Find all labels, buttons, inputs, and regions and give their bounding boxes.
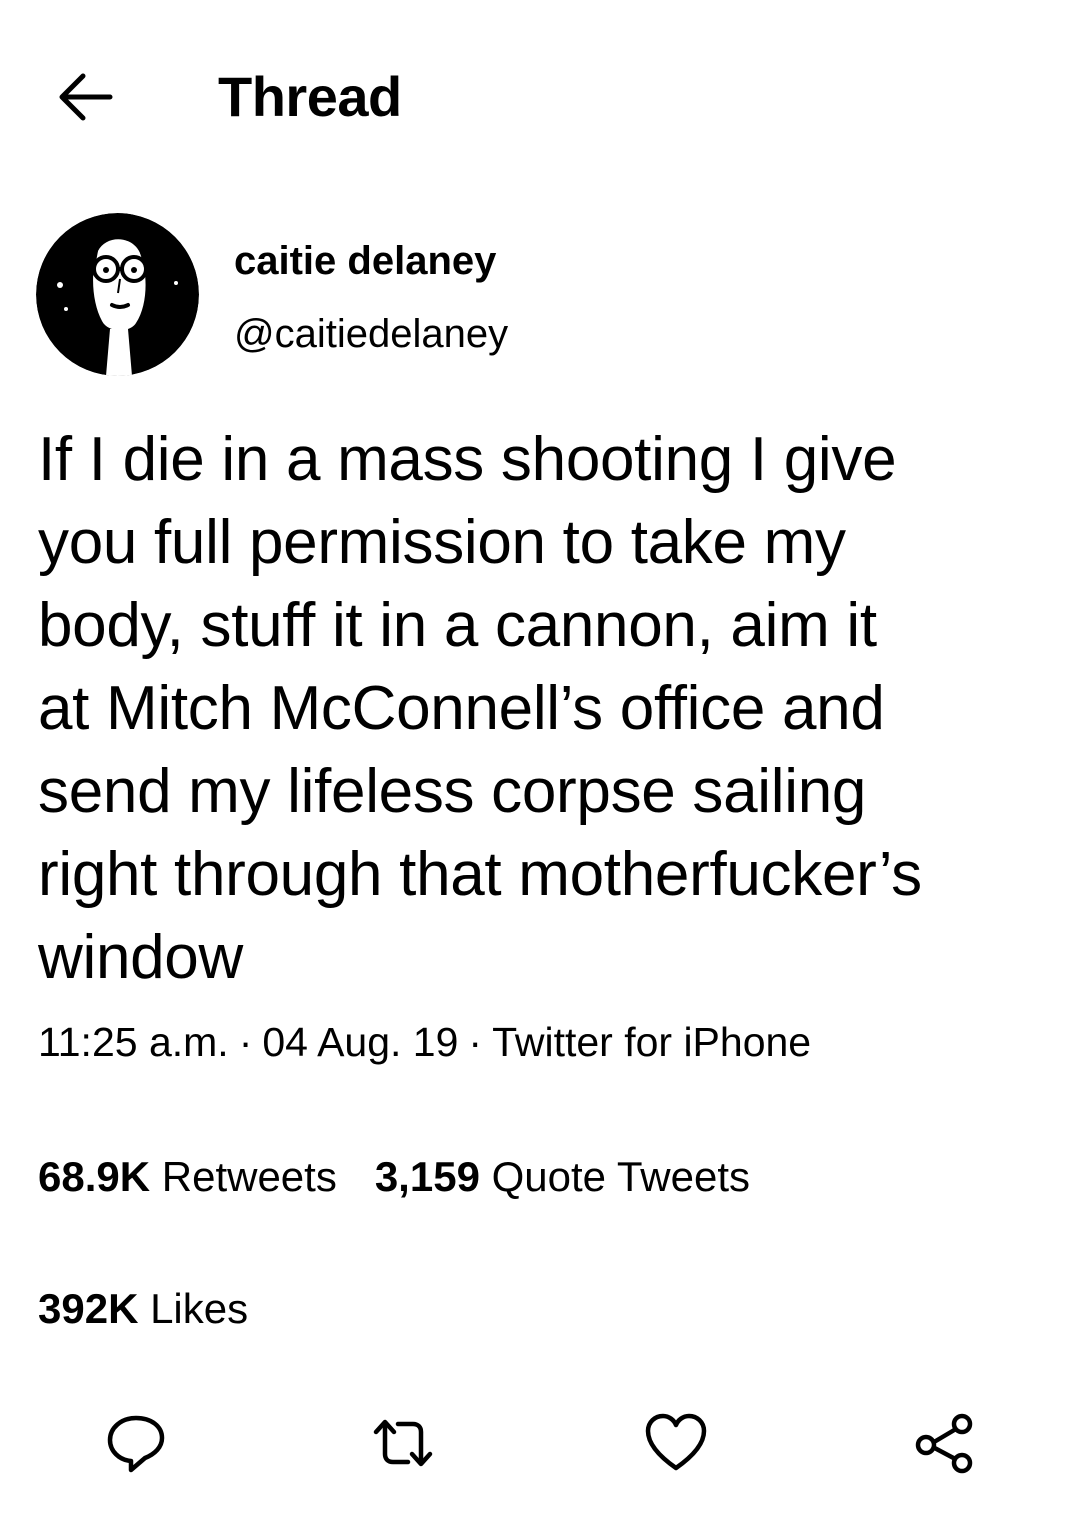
likes-stats: 392K Likes — [38, 1282, 286, 1336]
meta-separator: · — [468, 1019, 483, 1065]
quote-tweets-label: Quote Tweets — [491, 1153, 750, 1200]
retweets-count: 68.9K — [38, 1153, 151, 1200]
tweet-date: 04 Aug. 19 — [262, 1019, 459, 1065]
heart-icon — [645, 1413, 707, 1471]
reply-icon — [107, 1415, 165, 1473]
retweets-label: Retweets — [161, 1153, 337, 1200]
tweet-text: If I die in a mass shooting I give you f… — [38, 425, 922, 992]
author-handle[interactable]: @caitiedelaney — [234, 309, 508, 359]
thread-header: Thread — [0, 0, 1078, 190]
page-title: Thread — [218, 65, 402, 128]
likes-count: 392K — [38, 1285, 139, 1332]
avatar-photo — [36, 213, 199, 376]
author-display-name[interactable]: caitie delaney — [234, 236, 496, 286]
avatar[interactable] — [36, 213, 199, 376]
tweet-source[interactable]: Twitter for iPhone — [492, 1019, 811, 1065]
like-button[interactable] — [643, 1410, 709, 1476]
meta-separator: · — [238, 1019, 253, 1065]
quote-tweets-stat[interactable]: 3,159 Quote Tweets — [375, 1150, 750, 1204]
engagement-stats: 68.9K Retweets 3,159 Quote Tweets — [38, 1150, 788, 1204]
share-button[interactable] — [912, 1410, 978, 1476]
retweet-button[interactable] — [370, 1410, 436, 1476]
retweets-stat[interactable]: 68.9K Retweets — [38, 1150, 337, 1204]
tweet-metadata: 11:25 a.m. · 04 Aug. 19 · Twitter for iPhone — [38, 1016, 811, 1068]
reply-button[interactable] — [103, 1410, 169, 1476]
quote-tweets-count: 3,159 — [374, 1153, 480, 1200]
likes-stat[interactable]: 392K Likes — [38, 1282, 248, 1336]
share-icon — [915, 1413, 973, 1474]
likes-label: Likes — [150, 1285, 249, 1332]
retweet-icon — [373, 1419, 433, 1467]
arrow-left-icon — [59, 73, 113, 121]
tweet-action-bar — [0, 1410, 1078, 1480]
back-button[interactable] — [52, 64, 118, 130]
tweet-time: 11:25 a.m. — [38, 1019, 229, 1065]
